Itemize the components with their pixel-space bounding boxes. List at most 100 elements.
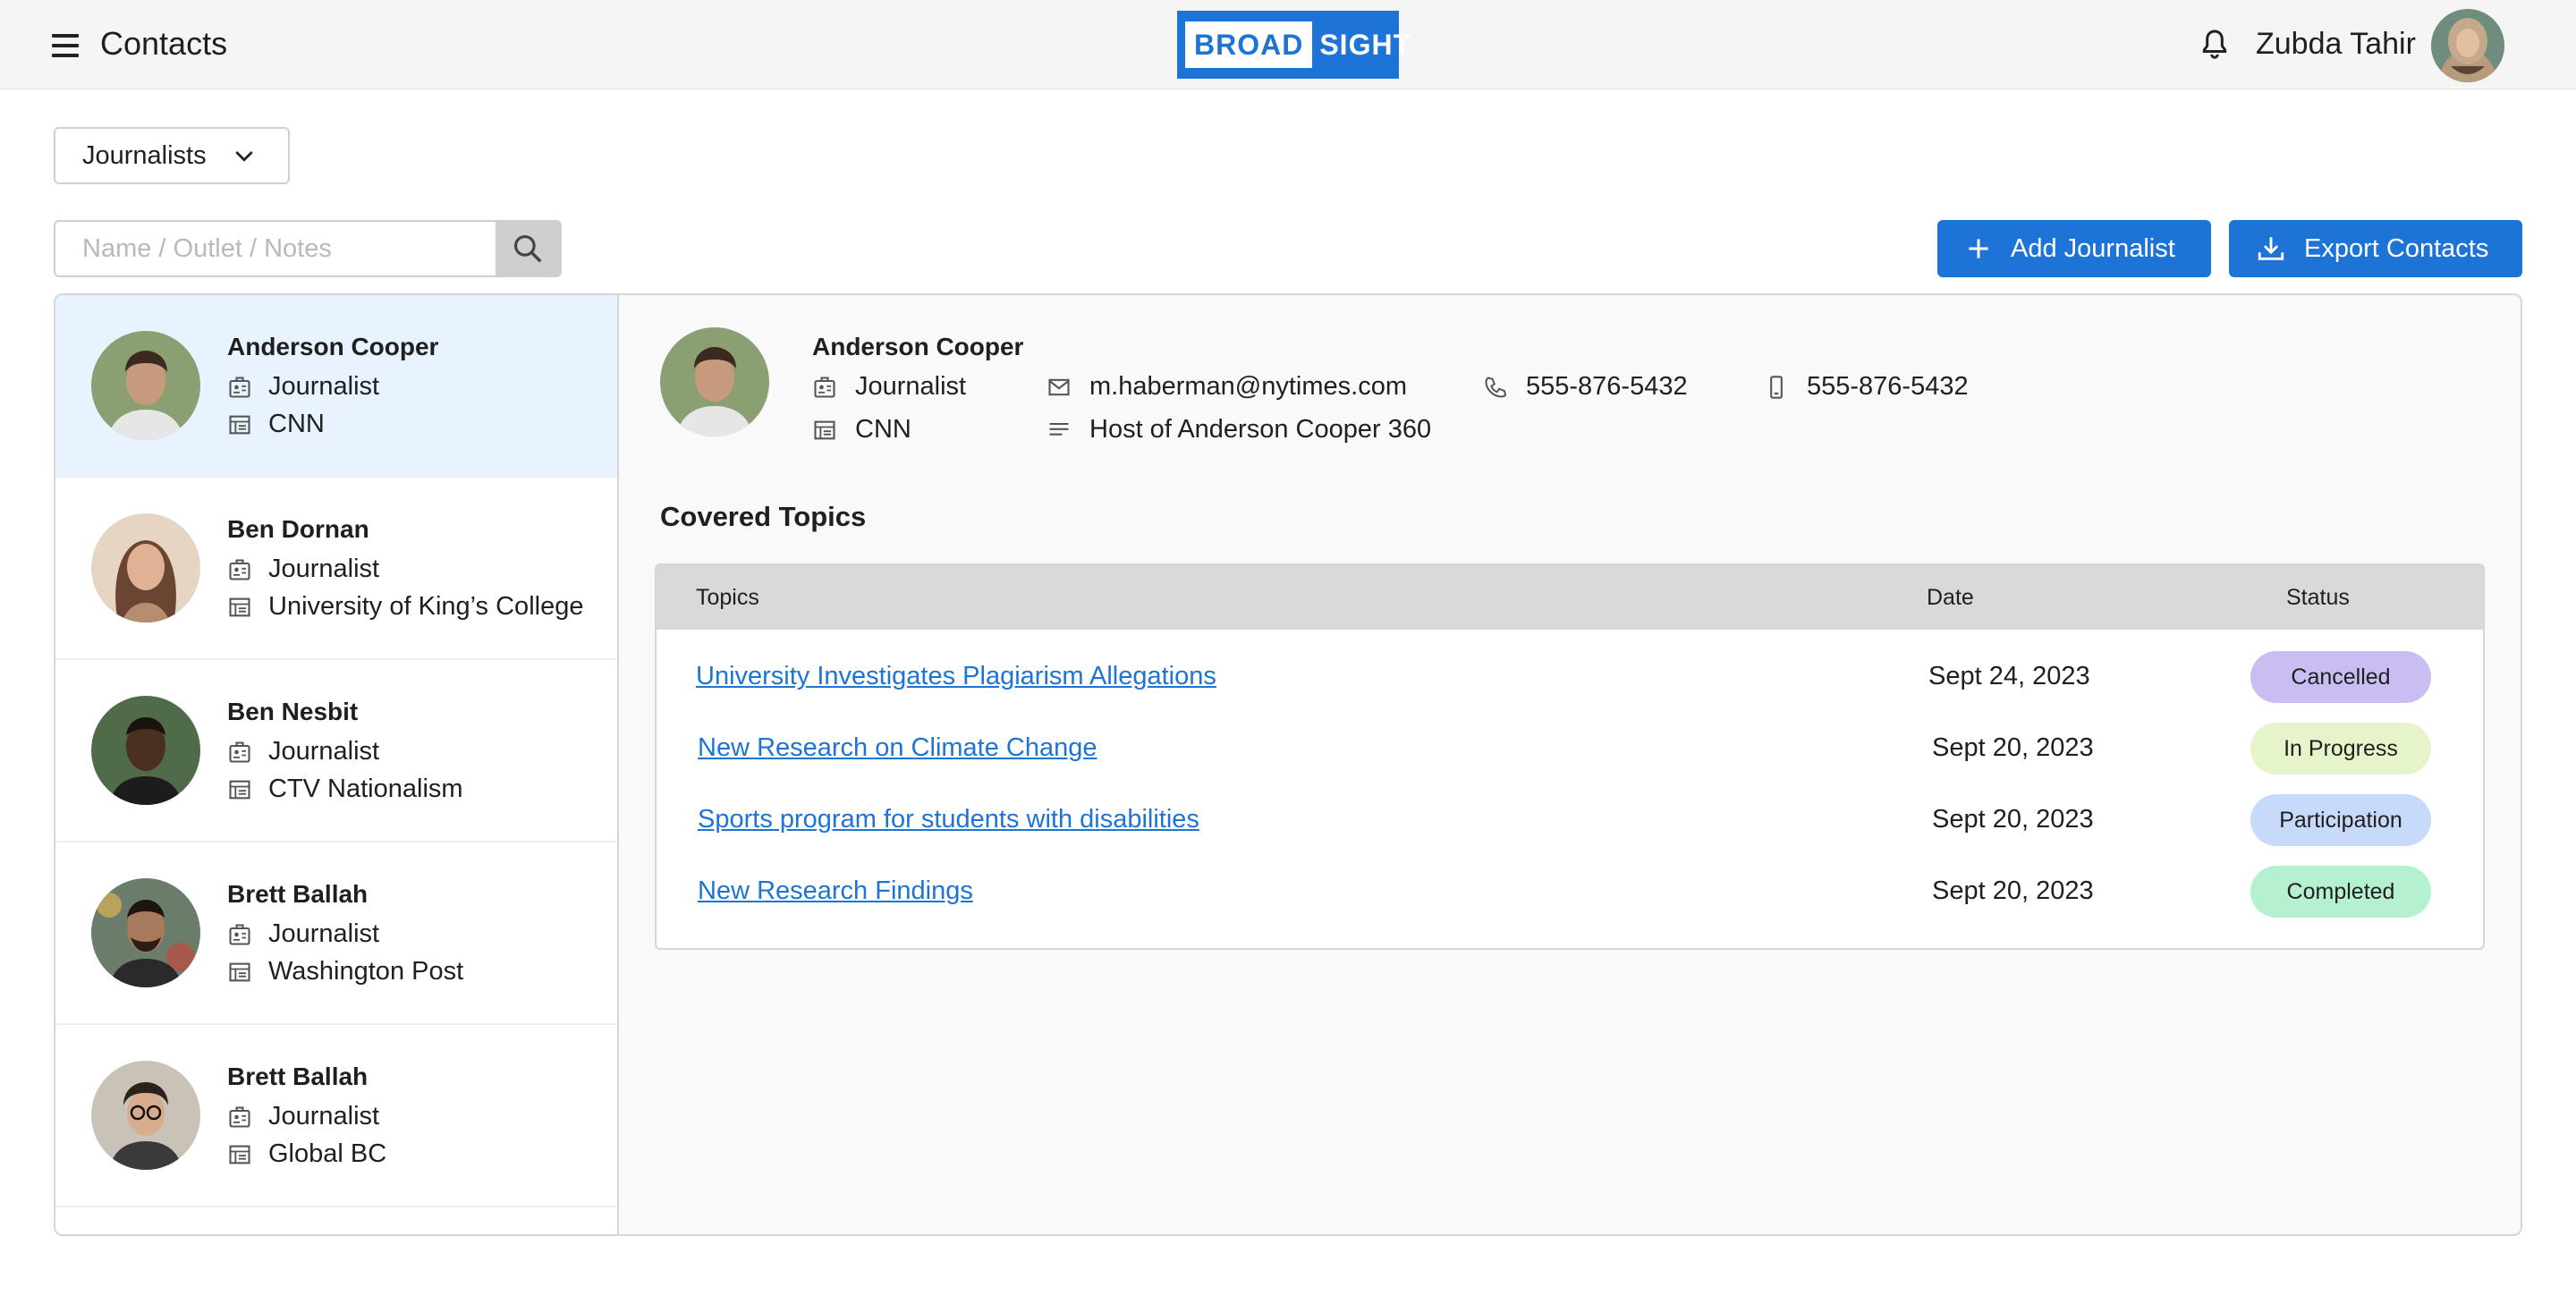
contact-avatar (91, 1061, 200, 1170)
topic-link[interactable]: New Research Findings (698, 876, 973, 906)
contact-avatar (91, 331, 200, 440)
topic-date: Sept 24, 2023 (1928, 662, 2090, 690)
contact-name: Ben Dornan (227, 515, 369, 543)
hamburger-menu-icon[interactable] (52, 34, 79, 57)
contact-outlet-text: Washington Post (268, 957, 464, 986)
contact-role-text: Journalist (268, 1102, 380, 1130)
id-badge-icon (814, 376, 835, 398)
contact-outlet: CNN (227, 410, 325, 439)
contact-outlet: University of King’s College (227, 592, 583, 622)
detail-mobile-text: 555-876-5432 (1807, 372, 1969, 401)
column-header-topics: Topics (696, 585, 759, 610)
detail-avatar (660, 327, 769, 436)
app-header: Contacts BROAD SIGHT Zubda Tahir (0, 0, 2576, 89)
detail-email-text: m.haberman@nytimes.com (1089, 372, 1407, 401)
detail-role-text: Journalist (855, 372, 967, 401)
newspaper-icon (229, 780, 250, 799)
detail-phone[interactable]: 555-876-5432 (1483, 372, 1688, 402)
phone-icon (1485, 376, 1507, 397)
table-row: New Research Findings Sept 20, 2023 Comp… (657, 855, 2483, 927)
search-box (54, 220, 562, 277)
newspaper-icon (229, 962, 250, 981)
contact-name: Anderson Cooper (227, 333, 439, 360)
search-icon (513, 234, 542, 263)
broadsight-logo: BROAD SIGHT (1177, 11, 1411, 79)
contact-name: Ben Nesbit (227, 698, 359, 725)
status-badge: In Progress (2250, 723, 2431, 775)
chevron-down-icon (235, 151, 253, 162)
contact-role: Journalist (227, 737, 379, 766)
contact-outlet-text: Global BC (268, 1139, 387, 1168)
search-input[interactable] (55, 222, 496, 275)
newspaper-icon (229, 597, 250, 616)
detail-role: Journalist (812, 372, 966, 402)
mail-icon (1048, 378, 1070, 395)
table-row: University Investigates Plagiarism Alleg… (657, 640, 2483, 712)
id-badge-icon (229, 558, 250, 580)
status-badge: Cancelled (2250, 651, 2431, 703)
topic-link[interactable]: Sports program for students with disabil… (698, 805, 1199, 834)
contacts-panel: Anderson Cooper Journalist CNN Ben Dorna… (54, 293, 2522, 1236)
contact-outlet: Washington Post (227, 957, 463, 986)
detail-note-text: Host of Anderson Cooper 360 (1089, 415, 1432, 444)
contact-role: Journalist (227, 919, 379, 949)
topic-date: Sept 20, 2023 (1932, 733, 2094, 762)
export-contacts-label: Export Contacts (2304, 233, 2489, 263)
column-header-status[interactable]: Status (2286, 585, 2350, 611)
dropdown-selected-value: Journalists (82, 140, 207, 170)
download-icon (2258, 237, 2284, 260)
column-header-date[interactable]: Date (1927, 585, 1974, 611)
contact-role: Journalist (227, 1102, 379, 1131)
contact-outlet-text: University of King’s College (268, 592, 584, 621)
search-button[interactable] (496, 222, 560, 275)
topics-table: Topics Date Status University Investigat… (655, 563, 2485, 950)
topic-link[interactable]: New Research on Climate Change (698, 733, 1097, 763)
mobile-phone-icon (1770, 375, 1783, 399)
contact-item[interactable]: Ben Dornan Journalist University of King… (55, 478, 617, 660)
contact-list: Anderson Cooper Journalist CNN Ben Dorna… (55, 295, 619, 1234)
table-header: Topics Date Status (657, 565, 2483, 630)
detail-phone-text: 555-876-5432 (1526, 372, 1688, 401)
table-row: New Research on Climate Change Sept 20, … (657, 712, 2483, 783)
id-badge-icon (229, 923, 250, 945)
contact-type-dropdown[interactable]: Journalists (54, 127, 290, 184)
contact-item[interactable]: Brett Ballah Journalist Washington Post (55, 843, 617, 1025)
contact-item[interactable]: Brett Ballah Journalist Global BC (55, 1025, 617, 1207)
logo-text-left: BROAD (1185, 21, 1313, 68)
page-title: Contacts (100, 25, 228, 62)
contact-item[interactable]: Anderson Cooper Journalist CNN (55, 295, 617, 478)
id-badge-icon (229, 1105, 250, 1128)
topic-date: Sept 20, 2023 (1932, 876, 2094, 905)
contact-name: Brett Ballah (227, 1063, 369, 1090)
export-contacts-button[interactable]: Export Contacts (2229, 220, 2522, 277)
contact-role-text: Journalist (268, 372, 380, 401)
add-journalist-label: Add Journalist (2011, 233, 2175, 263)
contact-outlet-text: CTV Nationalism (268, 775, 463, 803)
contact-outlet: Global BC (227, 1139, 386, 1169)
contact-avatar (91, 696, 200, 805)
detail-note: Host of Anderson Cooper 360 (1046, 415, 1431, 445)
detail-name: Anderson Cooper (812, 333, 1024, 360)
logo-text-right: SIGHT (1319, 28, 1412, 61)
newspaper-icon (229, 415, 250, 434)
status-badge: Completed (2250, 866, 2431, 918)
covered-topics-title: Covered Topics (660, 501, 867, 532)
newspaper-icon (229, 1145, 250, 1164)
table-row: Sports program for students with disabil… (657, 783, 2483, 855)
user-name: Zubda Tahir (2256, 27, 2416, 61)
contact-role-text: Journalist (268, 919, 380, 948)
plus-icon (1969, 239, 1988, 258)
detail-email[interactable]: m.haberman@nytimes.com (1046, 372, 1407, 402)
topic-link[interactable]: University Investigates Plagiarism Alleg… (696, 662, 1216, 691)
notification-bell-icon[interactable] (2197, 27, 2233, 63)
detail-mobile[interactable]: 555-876-5432 (1764, 372, 1969, 402)
user-avatar[interactable] (2431, 9, 2504, 82)
id-badge-icon (229, 741, 250, 763)
contact-outlet-text: CNN (268, 410, 325, 438)
contact-outlet: CTV Nationalism (227, 775, 463, 804)
contact-item[interactable]: Ben Nesbit Journalist CTV Nationalism (55, 660, 617, 843)
contact-role-text: Journalist (268, 737, 380, 766)
contact-role: Journalist (227, 555, 379, 584)
detail-outlet: CNN (812, 415, 911, 445)
add-journalist-button[interactable]: Add Journalist (1937, 220, 2211, 277)
